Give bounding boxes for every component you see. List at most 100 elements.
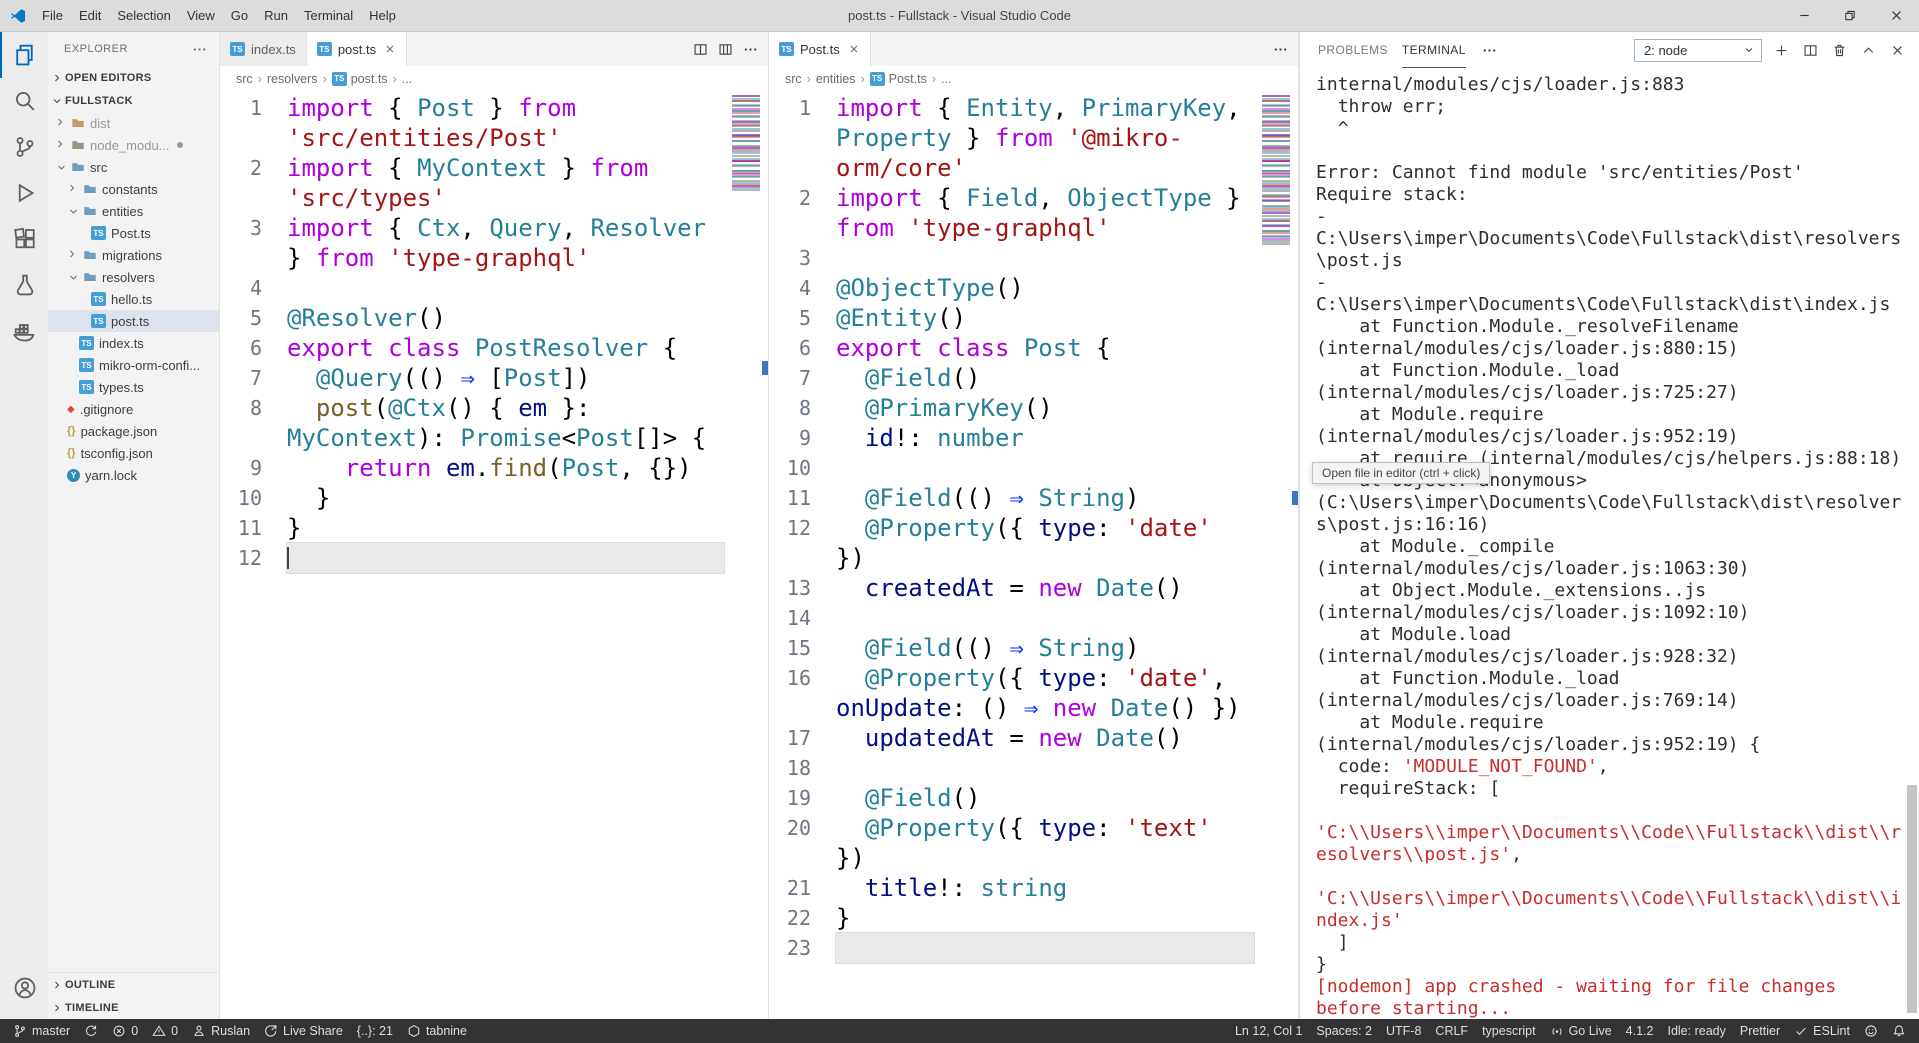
code-line-1[interactable]: 1 import { Entity, PrimaryKey, Property }… bbox=[769, 93, 1254, 183]
menu-go[interactable]: Go bbox=[223, 0, 256, 31]
extensions-icon[interactable] bbox=[0, 216, 48, 262]
tree-item-gitignore[interactable]: ◆ .gitignore bbox=[48, 398, 219, 420]
breadcrumb-item-[interactable]: ... bbox=[941, 72, 951, 86]
status-error-count[interactable]: 0 bbox=[105, 1019, 145, 1043]
code-line-1[interactable]: 1 import { Post } from 'src/entities/Post… bbox=[220, 93, 724, 153]
close-tab-icon[interactable] bbox=[848, 43, 860, 55]
minimap[interactable] bbox=[732, 95, 764, 191]
breadcrumb-item-[interactable]: ... bbox=[402, 72, 412, 86]
terminal-scrollbar[interactable] bbox=[1907, 785, 1917, 1013]
status-tabnine[interactable]: tabnine bbox=[400, 1019, 474, 1043]
tree-item-entities[interactable]: entities bbox=[48, 200, 219, 222]
tree-item-dist[interactable]: dist bbox=[48, 112, 219, 134]
status-cursor-position[interactable]: Ln 12, Col 1 bbox=[1228, 1019, 1309, 1043]
tree-item-migrations[interactable]: migrations bbox=[48, 244, 219, 266]
code-line-19[interactable]: 19 @Field() bbox=[769, 783, 1254, 813]
code-line-5[interactable]: 5 @Resolver() bbox=[220, 303, 724, 333]
panel-tab-terminal[interactable]: TERMINAL bbox=[1401, 32, 1466, 68]
run-debug-icon[interactable] bbox=[0, 170, 48, 216]
code-line-22[interactable]: 22} bbox=[769, 903, 1254, 933]
code-line-6[interactable]: 6 export class PostResolver { bbox=[220, 333, 724, 363]
code-line-15[interactable]: 15 @Field(() ⇒ String) bbox=[769, 633, 1254, 663]
search-icon[interactable] bbox=[0, 78, 48, 124]
close-tab-icon[interactable] bbox=[384, 43, 396, 55]
code-line-9[interactable]: 9 return em.find(Post, {}) bbox=[220, 453, 724, 483]
tree-item-hello-ts[interactable]: TS hello.ts bbox=[48, 288, 219, 310]
status-live-share[interactable]: Live Share bbox=[257, 1019, 350, 1043]
code-line-17[interactable]: 17 updatedAt = new Date() bbox=[769, 723, 1254, 753]
menu-terminal[interactable]: Terminal bbox=[296, 0, 361, 31]
code-line-4[interactable]: 4 @ObjectType() bbox=[769, 273, 1254, 303]
status-go-live[interactable]: Go Live bbox=[1543, 1019, 1619, 1043]
tree-item-src[interactable]: src bbox=[48, 156, 219, 178]
maximize-panel-icon[interactable] bbox=[1859, 41, 1878, 60]
tree-item-resolvers[interactable]: resolvers bbox=[48, 266, 219, 288]
breadcrumb-item-post-ts[interactable]: TS post.ts bbox=[331, 71, 388, 86]
docker-icon[interactable] bbox=[0, 308, 48, 354]
maximize-button[interactable] bbox=[1827, 0, 1873, 31]
status-feedback[interactable] bbox=[1857, 1019, 1885, 1043]
terminal-shell-select[interactable]: 2: node bbox=[1634, 38, 1762, 62]
tab-post-ts[interactable]: TS Post.ts bbox=[769, 32, 871, 66]
tab-index-ts[interactable]: TS index.ts bbox=[220, 32, 307, 66]
status-prettier[interactable]: Prettier bbox=[1733, 1019, 1787, 1043]
code-line-13[interactable]: 13 createdAt = new Date() bbox=[769, 573, 1254, 603]
code-line-9[interactable]: 9 id!: number bbox=[769, 423, 1254, 453]
tree-item-node-modu[interactable]: node_modu... bbox=[48, 134, 219, 156]
close-button[interactable] bbox=[1873, 0, 1919, 31]
breadcrumb-item-post-ts[interactable]: TS Post.ts bbox=[869, 71, 927, 86]
code-line-12[interactable]: 12 bbox=[220, 542, 725, 574]
timeline-section[interactable]: TIMELINE bbox=[48, 996, 219, 1019]
split-terminal-icon[interactable] bbox=[1801, 41, 1820, 60]
breadcrumb-item-entities[interactable]: entities bbox=[816, 72, 856, 86]
menu-edit[interactable]: Edit bbox=[71, 0, 109, 31]
menu-help[interactable]: Help bbox=[361, 0, 404, 31]
panel-tab-problems[interactable]: PROBLEMS bbox=[1318, 32, 1388, 68]
code-line-2[interactable]: 2 import { Field, ObjectType } from 'type… bbox=[769, 183, 1254, 243]
kill-terminal-icon[interactable] bbox=[1830, 41, 1849, 60]
status-eol[interactable]: CRLF bbox=[1428, 1019, 1475, 1043]
menu-selection[interactable]: Selection bbox=[109, 0, 178, 31]
status-warning-count[interactable]: 0 bbox=[145, 1019, 185, 1043]
status-language-mode[interactable]: typescript bbox=[1475, 1019, 1543, 1043]
breadcrumb-item-resolvers[interactable]: resolvers bbox=[267, 72, 318, 86]
sidebar-more-actions-icon[interactable] bbox=[190, 40, 209, 59]
code-line-11[interactable]: 11} bbox=[220, 513, 724, 543]
status-git-branch[interactable]: master bbox=[6, 1019, 77, 1043]
code-line-4[interactable]: 4 bbox=[220, 273, 724, 303]
code-line-12[interactable]: 12 @Property({ type: 'date' }) bbox=[769, 513, 1254, 573]
code-line-23[interactable]: 23 bbox=[769, 932, 1255, 964]
code-line-7[interactable]: 7 @Query(() ⇒ [Post]) bbox=[220, 363, 724, 393]
code-line-16[interactable]: 16 @Property({ type: 'date', onUpdate: (… bbox=[769, 663, 1254, 723]
explorer-icon[interactable] bbox=[0, 32, 48, 78]
status-encoding[interactable]: UTF-8 bbox=[1379, 1019, 1428, 1043]
code-line-11[interactable]: 11 @Field(() ⇒ String) bbox=[769, 483, 1254, 513]
testing-icon[interactable] bbox=[0, 262, 48, 308]
status-extension-status[interactable]: Idle: ready bbox=[1660, 1019, 1732, 1043]
code-editor[interactable]: 1 import { Entity, PrimaryKey, Property }… bbox=[769, 91, 1298, 1019]
panel-more-actions-icon[interactable] bbox=[1480, 41, 1499, 60]
layout-editor-icon[interactable] bbox=[716, 40, 735, 59]
code-line-5[interactable]: 5 @Entity() bbox=[769, 303, 1254, 333]
status-typescript-version[interactable]: 4.1.2 bbox=[1619, 1019, 1661, 1043]
code-line-10[interactable]: 10 bbox=[769, 453, 1254, 483]
code-editor[interactable]: 1 import { Post } from 'src/entities/Post… bbox=[220, 91, 768, 1019]
terminal-output[interactable]: internal/modules/cjs/loader.js:883 throw… bbox=[1300, 68, 1919, 1019]
outline-section[interactable]: OUTLINE bbox=[48, 973, 219, 996]
breadcrumb-item-src[interactable]: src bbox=[785, 72, 802, 86]
tree-item-index-ts[interactable]: TS index.ts bbox=[48, 332, 219, 354]
status-git-sync[interactable] bbox=[77, 1019, 105, 1043]
code-line-7[interactable]: 7 @Field() bbox=[769, 363, 1254, 393]
open-editors-section[interactable]: OPEN EDITORS bbox=[48, 66, 219, 89]
status-account[interactable]: Ruslan bbox=[185, 1019, 257, 1043]
tree-item-post-ts[interactable]: TS post.ts bbox=[48, 310, 219, 332]
tree-item-post-ts[interactable]: TS Post.ts bbox=[48, 222, 219, 244]
code-line-3[interactable]: 3 import { Ctx, Query, Resolver } from 't… bbox=[220, 213, 724, 273]
minimap[interactable] bbox=[1262, 95, 1294, 245]
folder-section-header[interactable]: FULLSTACK bbox=[48, 89, 219, 112]
status-indentation[interactable]: Spaces: 2 bbox=[1309, 1019, 1379, 1043]
breadcrumb-item-src[interactable]: src bbox=[236, 72, 253, 86]
code-line-14[interactable]: 14 bbox=[769, 603, 1254, 633]
status-snippet-count[interactable]: {..}: 21 bbox=[350, 1019, 400, 1043]
tree-item-package-json[interactable]: {} package.json bbox=[48, 420, 219, 442]
